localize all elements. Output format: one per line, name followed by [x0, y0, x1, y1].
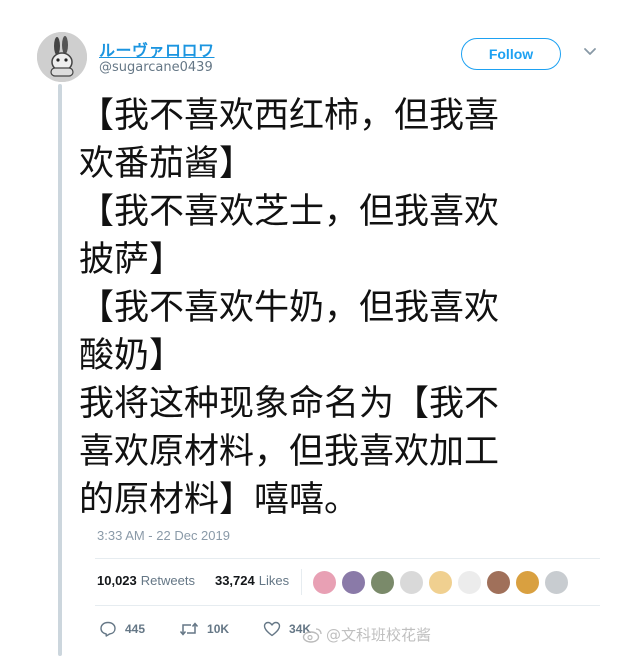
user-handle[interactable]: @sugarcane0439: [99, 60, 213, 75]
donkey-avatar-icon: [37, 32, 87, 82]
liker-avatar[interactable]: [399, 570, 424, 595]
display-name[interactable]: ルーヴァロロワ: [99, 37, 215, 61]
liker-avatar[interactable]: [341, 570, 366, 595]
divider: [95, 605, 600, 606]
avatar[interactable]: [37, 32, 87, 82]
heart-icon: [263, 621, 281, 637]
tweet-line: 的原材料】嘻嘻。: [79, 480, 360, 520]
tweet-line: 酸奶】: [79, 336, 185, 376]
reply-count: 445: [125, 622, 146, 636]
watermark: @文科班校花酱: [302, 624, 431, 645]
liker-avatar[interactable]: [312, 570, 337, 595]
tweet-line: 披萨】: [79, 240, 185, 280]
retweets-count[interactable]: 10,023: [97, 573, 137, 588]
thread-line: [58, 84, 62, 656]
follow-button[interactable]: Follow: [461, 38, 561, 70]
stats-separator: [301, 569, 302, 595]
tweet-card: ルーヴァロロワ @sugarcane0439 Follow 【我不喜欢西红柿，但…: [0, 0, 638, 656]
tweet-line: 【我不喜欢牛奶，但我喜欢: [79, 288, 500, 328]
tweet-line: 我将这种现象命名为【我不: [79, 384, 500, 424]
tweet-line: 【我不喜欢芝士，但我喜欢: [79, 192, 500, 232]
watermark-text: @文科班校花酱: [326, 626, 432, 644]
liker-avatar[interactable]: [515, 570, 540, 595]
tweet-text: 【我不喜欢西红柿，但我喜 欢番茄酱】 【我不喜欢芝士，但我喜欢 披萨】 【我不喜…: [79, 92, 589, 524]
retweets-label[interactable]: Retweets: [141, 573, 195, 588]
tweet-line: 喜欢原材料，但我喜欢加工: [79, 432, 500, 472]
divider: [95, 558, 600, 559]
retweet-button[interactable]: 10K: [179, 621, 229, 637]
action-bar: 445 10K 34K: [99, 620, 311, 638]
likes-label[interactable]: Likes: [259, 573, 289, 588]
liker-avatar[interactable]: [544, 570, 569, 595]
tweet-line: 【我不喜欢西红柿，但我喜: [79, 96, 500, 136]
liker-avatar[interactable]: [428, 570, 453, 595]
liker-avatar[interactable]: [457, 570, 482, 595]
retweet-count: 10K: [207, 622, 230, 636]
tweet-timestamp[interactable]: 3:33 AM - 22 Dec 2019: [97, 528, 230, 543]
chevron-down-icon[interactable]: [583, 47, 597, 57]
reply-icon: [100, 621, 116, 637]
likes-count[interactable]: 33,724: [215, 573, 255, 588]
liker-avatars: [312, 570, 569, 595]
liker-avatar[interactable]: [370, 570, 395, 595]
tweet-line: 欢番茄酱】: [79, 144, 255, 184]
engagement-stats: 10,023 Retweets 33,724 Likes: [97, 573, 289, 588]
reply-button[interactable]: 445: [99, 620, 145, 638]
retweet-icon: [179, 622, 199, 636]
weibo-logo-icon: [302, 627, 322, 643]
liker-avatar[interactable]: [486, 570, 511, 595]
